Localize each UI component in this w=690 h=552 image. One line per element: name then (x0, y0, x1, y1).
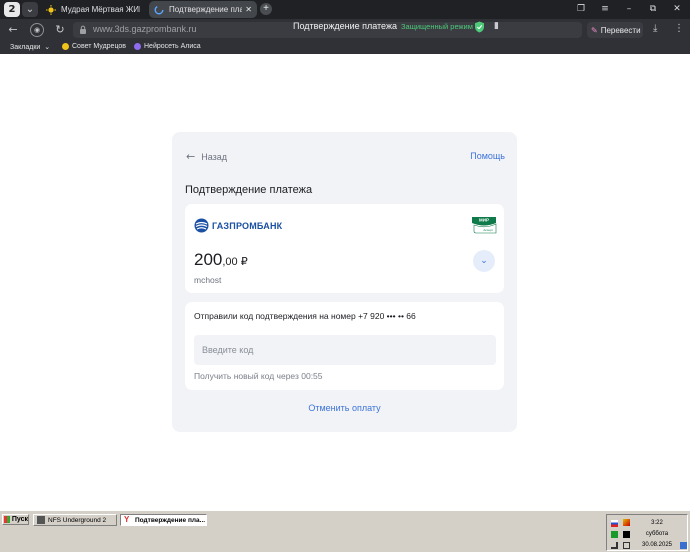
tray-app-icon[interactable] (623, 519, 630, 526)
new-tab-button[interactable]: + (260, 3, 272, 15)
lock-icon (80, 25, 86, 34)
task-title: NFS Underground 2 (48, 516, 107, 524)
bookmark-label: Нейросеть Алиса (144, 43, 201, 50)
back-label: Назад (201, 151, 228, 162)
nfs-app-icon (37, 516, 45, 524)
network-icon[interactable] (623, 542, 630, 549)
task-title: Подтверждение пла... (135, 516, 206, 524)
bookmarks-menu[interactable]: Закладки ⌄ (10, 43, 50, 51)
payment-confirmation-card: ← Назад Помощь Подтверждение платежа ГАЗ… (172, 132, 517, 432)
tab-inactive[interactable]: Мудрая Мёртвая ЖИВА | (41, 1, 145, 18)
system-tray: 3:22 суббота 30.08.2025 (606, 514, 688, 551)
amount-integer: 200 (194, 250, 223, 269)
tab-manager-icon[interactable]: ❐ (574, 2, 588, 16)
svg-text:МИР: МИР (479, 218, 489, 223)
reload-icon[interactable]: ↻ (53, 23, 67, 37)
sun-favicon-icon (62, 43, 69, 50)
windows-flag-icon (4, 516, 10, 523)
amount-fraction: ,00 ₽ (222, 256, 248, 268)
bank-name: ГАЗПРОМБАНК (212, 220, 283, 231)
url-text: www.3ds.gazprombank.ru (93, 24, 197, 34)
download-icon[interactable]: ⤓ (653, 23, 657, 34)
back-arrow-icon[interactable]: ← (6, 23, 20, 37)
tab-title: Мудрая Мёртвая ЖИВА | (61, 5, 140, 14)
tab-active[interactable]: Подтверждение плате ✕ (149, 1, 257, 18)
close-window-icon[interactable]: ✕ (670, 2, 684, 16)
menu-icon[interactable]: ≡ (598, 2, 612, 16)
expand-details-button[interactable]: ⌄ (473, 250, 495, 272)
chevron-down-icon: ⌄ (44, 43, 51, 51)
language-flag-icon[interactable] (611, 520, 618, 527)
gazprombank-logo-icon (194, 218, 209, 233)
clock-date: 30.08.2025 (641, 542, 673, 548)
browser-tab-bar: 2 ⌄ Мудрая Мёртвая ЖИВА | Подтверждение … (0, 0, 690, 19)
tray-black-icon[interactable] (623, 531, 630, 538)
translate-label: Перевести (600, 25, 641, 35)
taskbar: Пуск NFS Underground 2 Y Подтверждение п… (0, 510, 690, 552)
alice-favicon-icon (134, 43, 141, 50)
back-link[interactable]: ← Назад (186, 150, 227, 163)
minimize-icon[interactable]: – (622, 2, 636, 16)
translate-button[interactable]: ✎ Перевести (587, 22, 643, 38)
secure-mode-label[interactable]: Защищенный режим (401, 22, 473, 31)
merchant-name: mchost (194, 275, 222, 285)
loading-favicon-icon (154, 5, 164, 14)
omnibox[interactable]: www.3ds.gazprombank.ru (73, 22, 582, 38)
yandex-browser-icon: Y (124, 515, 130, 524)
extensions-icon[interactable]: ⋮ (674, 23, 684, 34)
address-bar-row: ← ◉ ↻ www.3ds.gazprombank.ru Подтвержден… (0, 19, 690, 41)
tab-title: Подтверждение плате (169, 5, 243, 14)
payment-amount: 200,00 ₽ (194, 250, 248, 270)
show-desktop-icon[interactable] (680, 542, 687, 549)
taskbar-task[interactable]: NFS Underground 2 (33, 514, 117, 526)
page-title: Подтверждение платежа (185, 184, 313, 196)
bank-logo: ГАЗПРОМБАНК (194, 218, 282, 233)
taskbar-task-active[interactable]: Y Подтверждение пла... (120, 514, 207, 526)
mir-accept-logo-icon: МИР Accept (472, 217, 497, 234)
svg-text:Accept: Accept (483, 228, 492, 232)
protected-shield-icon[interactable] (474, 21, 485, 33)
bookmark-label: Совет Мудрецов (72, 43, 126, 50)
cancel-payment-link[interactable]: Отменить оплату (172, 403, 517, 413)
bookmark-item[interactable]: Совет Мудрецов (62, 43, 126, 50)
bookmarks-menu-label: Закладки (10, 43, 41, 51)
clock-day: суббота (645, 531, 669, 537)
payment-summary: ГАЗПРОМБАНК МИР Accept 200,00 ₽ mchost ⌄ (185, 204, 504, 293)
bookmark-icon[interactable]: ▮ (494, 21, 499, 31)
start-button[interactable]: Пуск (2, 514, 29, 525)
tabs-dropdown-icon[interactable]: ⌄ (22, 2, 38, 17)
tray-green-icon[interactable] (611, 531, 618, 538)
restore-icon[interactable]: ⧉ (646, 2, 660, 16)
shield-status-icon[interactable]: ◉ (30, 23, 44, 37)
resend-timer: Получить новый код через 00:55 (194, 371, 323, 381)
bookmarks-bar: Закладки ⌄ Совет Мудрецов Нейросеть Алис… (0, 41, 690, 54)
sun-favicon-icon (46, 4, 56, 15)
code-sent-message: Отправили код подтверждения на номер +7 … (194, 311, 416, 321)
arrow-left-icon: ← (186, 150, 196, 163)
bookmark-item[interactable]: Нейросеть Алиса (134, 43, 201, 50)
code-input[interactable] (194, 335, 496, 365)
browser-logo-icon[interactable]: 2 (4, 2, 20, 17)
help-link[interactable]: Помощь (470, 151, 505, 161)
chevron-down-icon: ⌄ (480, 256, 488, 266)
translate-icon: ✎ (591, 25, 598, 35)
close-tab-icon[interactable]: ✕ (245, 5, 252, 14)
clock-time[interactable]: 3:22 (641, 520, 673, 526)
signal-icon[interactable] (611, 542, 618, 549)
otp-section: Отправили код подтверждения на номер +7 … (185, 302, 504, 390)
start-label: Пуск (11, 516, 28, 523)
